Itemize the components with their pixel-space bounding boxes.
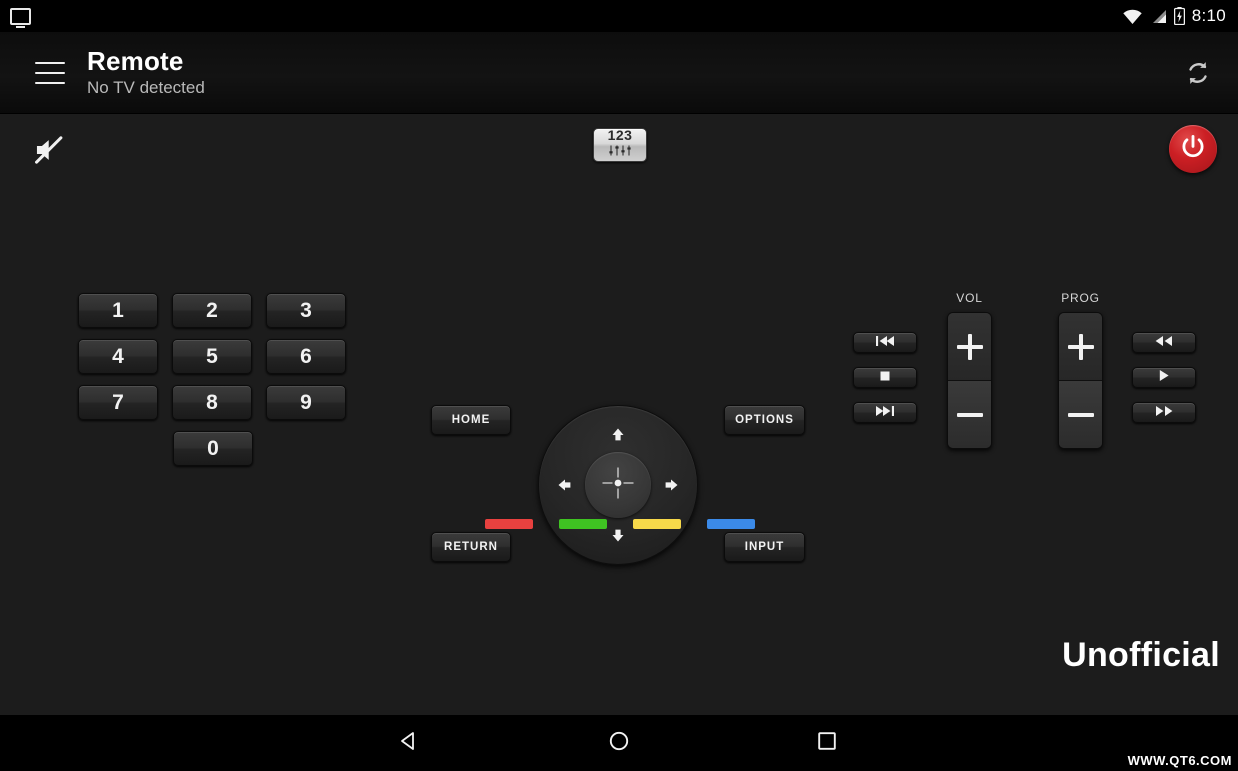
return-button[interactable]: RETURN	[431, 532, 511, 562]
transport-controls-right	[1132, 332, 1196, 437]
battery-charging-icon	[1173, 7, 1185, 26]
sliders-icon	[608, 143, 632, 161]
arrow-left-icon[interactable]	[555, 474, 577, 496]
android-navigation-bar: WWW.QT6.COM	[0, 715, 1238, 771]
numeric-toggle-label: 123	[607, 127, 633, 143]
key-5[interactable]: 5	[172, 339, 252, 374]
refresh-sync-icon[interactable]	[1176, 51, 1220, 95]
numeric-keypad-toggle-button[interactable]: 123	[593, 128, 647, 162]
title-block: Remote No TV detected	[87, 46, 205, 99]
app-action-bar: Remote No TV detected	[0, 32, 1238, 114]
key-7[interactable]: 7	[78, 385, 158, 420]
key-1[interactable]: 1	[78, 293, 158, 328]
nav-back-button[interactable]	[379, 715, 439, 771]
keypad-row: 0	[78, 431, 348, 466]
rewind-icon	[1154, 334, 1174, 352]
nav-home-button[interactable]	[589, 715, 649, 771]
volume-rocker-group: VOL	[947, 291, 992, 449]
hamburger-menu-icon[interactable]	[35, 61, 65, 84]
key-0[interactable]: 0	[173, 431, 253, 466]
minus-icon	[1067, 402, 1094, 428]
keypad-row: 4 5 6	[78, 339, 348, 374]
stop-button[interactable]	[853, 367, 917, 388]
program-down-button[interactable]	[1059, 381, 1102, 448]
next-track-button[interactable]	[853, 402, 917, 423]
key-4[interactable]: 4	[78, 339, 158, 374]
status-bar-right: 8:10	[1123, 6, 1226, 26]
crosshair-ok-icon	[598, 463, 638, 508]
volume-down-button[interactable]	[948, 381, 991, 448]
nav-back-triangle-icon	[397, 729, 421, 758]
wifi-icon	[1123, 9, 1142, 24]
power-button[interactable]	[1169, 125, 1217, 173]
transport-controls-left	[853, 332, 917, 437]
dpad-cluster	[538, 405, 698, 565]
color-key-yellow[interactable]	[633, 519, 681, 529]
unofficial-watermark-text: Unofficial	[1062, 636, 1220, 674]
numeric-keypad: 1 2 3 4 5 6 7 8 9 0	[78, 293, 348, 477]
color-key-green[interactable]	[559, 519, 607, 529]
status-bar-clock: 8:10	[1191, 6, 1226, 25]
rewind-button[interactable]	[1132, 332, 1196, 353]
play-icon	[1158, 369, 1170, 387]
nav-recents-square-icon	[815, 729, 839, 758]
minus-icon	[956, 402, 983, 428]
options-button[interactable]: OPTIONS	[724, 405, 805, 435]
key-3[interactable]: 3	[266, 293, 346, 328]
nav-recents-button[interactable]	[797, 715, 857, 771]
android-status-bar: 8:10	[0, 0, 1238, 32]
fast-forward-button[interactable]	[1132, 402, 1196, 423]
site-watermark: WWW.QT6.COM	[1127, 753, 1232, 768]
arrow-right-icon[interactable]	[659, 474, 681, 496]
power-icon	[1180, 134, 1206, 165]
keypad-row: 1 2 3	[78, 293, 348, 328]
key-8[interactable]: 8	[172, 385, 252, 420]
program-label: PROG	[1061, 291, 1100, 305]
skip-next-icon	[874, 404, 896, 422]
key-2[interactable]: 2	[172, 293, 252, 328]
plus-icon	[956, 333, 983, 360]
program-rocker-group: PROG	[1058, 291, 1103, 449]
connection-status-text: No TV detected	[87, 78, 205, 97]
cellular-signal-icon	[1149, 9, 1167, 24]
volume-rocker	[947, 312, 992, 449]
status-bar-left	[10, 7, 31, 28]
cast-screen-icon	[10, 7, 31, 28]
volume-mute-icon[interactable]	[25, 126, 73, 174]
color-keys-row	[485, 519, 755, 529]
page-title: Remote	[87, 46, 184, 76]
home-button[interactable]: HOME	[431, 405, 511, 435]
previous-track-button[interactable]	[853, 332, 917, 353]
key-9[interactable]: 9	[266, 385, 346, 420]
color-key-blue[interactable]	[707, 519, 755, 529]
nav-home-circle-icon	[607, 729, 631, 758]
program-up-button[interactable]	[1059, 313, 1102, 381]
volume-up-button[interactable]	[948, 313, 991, 381]
remote-app-screen: 8:10 Remote No TV detected 123 1 2 3 4 5…	[0, 0, 1238, 771]
remote-control-panel: 123 1 2 3 4 5 6 7 8 9 0 HOME RETURN OPTI…	[0, 114, 1238, 715]
plus-icon	[1067, 333, 1094, 360]
fast-forward-icon	[1154, 404, 1174, 422]
input-button[interactable]: INPUT	[724, 532, 805, 562]
stop-icon	[879, 369, 891, 387]
color-key-red[interactable]	[485, 519, 533, 529]
arrow-up-icon[interactable]	[607, 425, 629, 447]
dpad-ok-button[interactable]	[585, 452, 651, 518]
keypad-row: 7 8 9	[78, 385, 348, 420]
program-rocker	[1058, 312, 1103, 449]
key-6[interactable]: 6	[266, 339, 346, 374]
volume-label: VOL	[956, 291, 983, 305]
skip-previous-icon	[874, 334, 896, 352]
play-button[interactable]	[1132, 367, 1196, 388]
